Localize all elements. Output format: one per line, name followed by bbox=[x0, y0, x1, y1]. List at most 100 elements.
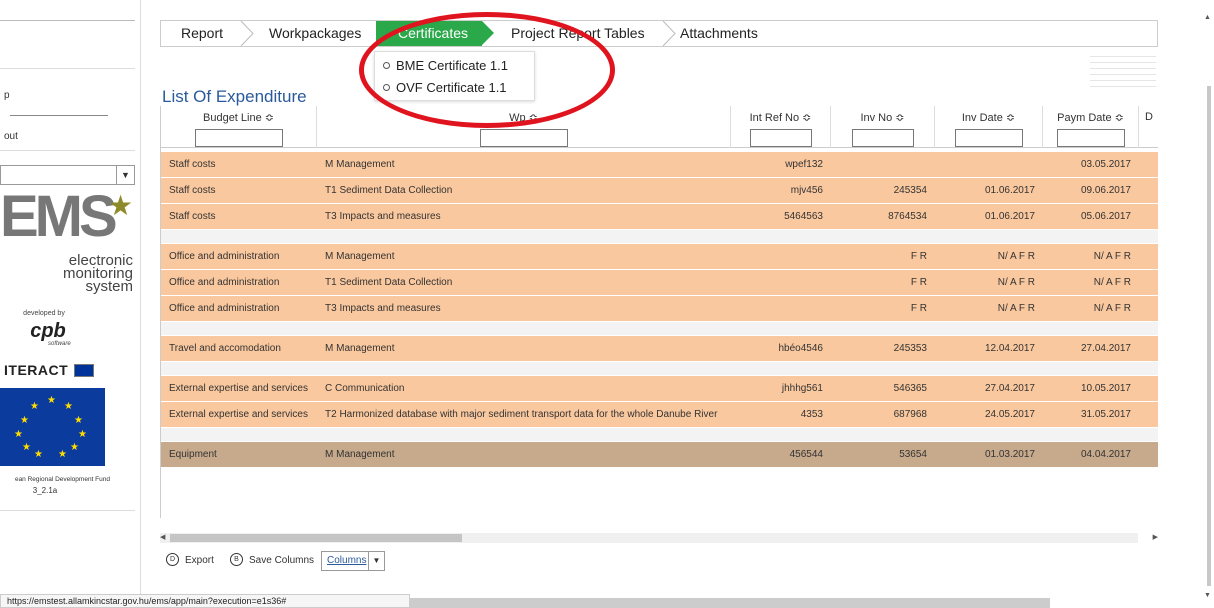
breadcrumb-separator-icon bbox=[240, 21, 254, 46]
sidebar-item-partial[interactable]: p bbox=[4, 90, 10, 101]
table-row[interactable]: External expertise and services C Communi… bbox=[161, 376, 1158, 402]
status-bar-url: https://emstest.allamkincstar.gov.hu/ems… bbox=[0, 594, 410, 608]
budget-line-filter-input[interactable] bbox=[194, 129, 283, 147]
table-row[interactable]: Office and administration M Management F R… bbox=[161, 244, 1158, 270]
table-group-separator bbox=[161, 322, 1158, 336]
divider bbox=[0, 150, 135, 151]
save-columns-button[interactable]: B Save Columns bbox=[230, 551, 314, 571]
table-cell-inv-date: N/ A F R bbox=[997, 277, 1035, 288]
eu-flag-small-icon bbox=[74, 364, 94, 377]
page-vertical-scrollbar[interactable]: ▲ ▼ bbox=[1204, 14, 1214, 602]
table-cell-inv-date: 12.04.2017 bbox=[984, 343, 1035, 354]
scrollbar-thumb[interactable] bbox=[1207, 86, 1211, 586]
cpb-logo: cpb bbox=[30, 320, 66, 342]
column-header-d[interactable]: D bbox=[1139, 106, 1158, 148]
tab-project-report-tables[interactable]: Project Report Tables bbox=[511, 21, 645, 46]
scrollbar-thumb[interactable] bbox=[170, 534, 462, 542]
table-cell-inv: 546365 bbox=[893, 383, 927, 394]
wp-filter-input[interactable] bbox=[479, 129, 568, 147]
table-row[interactable]: Staff costs T3 Impacts and measures 546456… bbox=[161, 204, 1158, 230]
version-label: 3_2.1a bbox=[32, 486, 58, 495]
table-cell-wp: M Management bbox=[325, 159, 395, 170]
table-cell-inv-date: N/ A F R bbox=[997, 251, 1035, 262]
table-cell-wp: T2 Harmonized database with major sedime… bbox=[325, 409, 718, 420]
menu-item-ovf-certificate[interactable]: OVF Certificate 1.1 bbox=[375, 77, 534, 99]
column-header-label: Paym Date ≎ bbox=[1057, 112, 1124, 124]
decorative-stripes bbox=[1090, 51, 1156, 91]
table-cell-ref: wpef132 bbox=[785, 159, 823, 170]
table-row[interactable]: Staff costs T1 Sediment Data Collection mj… bbox=[161, 178, 1158, 204]
bullet-icon bbox=[383, 62, 390, 70]
star-icon: ★ bbox=[108, 190, 134, 221]
table-cell-ref: mjv456 bbox=[790, 185, 823, 196]
table-cell-wp: M Management bbox=[325, 251, 395, 262]
table-cell-wp: M Management bbox=[325, 343, 395, 354]
inv-date-filter-input[interactable] bbox=[954, 129, 1023, 147]
column-header-paym-date[interactable]: Paym Date ≎ bbox=[1043, 106, 1139, 148]
int-ref-no-filter-input[interactable] bbox=[749, 129, 812, 147]
table-cell-paym: N/ A F R bbox=[1093, 251, 1131, 262]
table-cell-inv-date bbox=[935, 152, 1035, 178]
column-header-label: Int Ref No ≎ bbox=[749, 112, 812, 124]
sidebar: p out ▼ EMS ★ electronic monitoring syst… bbox=[0, 0, 141, 608]
save-icon: B bbox=[230, 552, 243, 566]
table-cell-inv-date: N/ A F R bbox=[997, 303, 1035, 314]
table-cell-inv-date: 01.06.2017 bbox=[984, 211, 1035, 222]
table-cell-inv: 245353 bbox=[893, 343, 927, 354]
interact-logo: ITERACT bbox=[4, 362, 69, 378]
menu-item-label: BME Certificate 1.1 bbox=[396, 58, 508, 73]
tab-attachments[interactable]: Attachments bbox=[680, 21, 758, 46]
scroll-up-icon[interactable]: ▲ bbox=[1204, 14, 1211, 21]
tab-certificates[interactable]: Certificates bbox=[376, 21, 495, 46]
columns-select[interactable]: Columns ▼ bbox=[321, 551, 385, 571]
scroll-down-icon[interactable]: ▼ bbox=[1204, 592, 1211, 599]
table-cell-budget: Staff costs bbox=[169, 159, 216, 170]
table-row[interactable]: Office and administration T3 Impacts and … bbox=[161, 296, 1158, 322]
tab-workpackages[interactable]: Workpackages bbox=[269, 21, 361, 46]
table-group-separator bbox=[161, 230, 1158, 244]
table-row[interactable]: Equipment M Management 456544 53654 01.03.20… bbox=[161, 442, 1158, 468]
table-row[interactable]: Office and administration T1 Sediment Dat… bbox=[161, 270, 1158, 296]
menu-item-bme-certificate[interactable]: BME Certificate 1.1 bbox=[375, 55, 534, 77]
column-header-inv-no[interactable]: Inv No ≎ bbox=[831, 106, 935, 148]
divider bbox=[10, 115, 108, 116]
table-cell-inv: 53654 bbox=[899, 449, 927, 460]
table-cell-inv-date: 24.05.2017 bbox=[984, 409, 1035, 420]
columns-label[interactable]: Columns bbox=[327, 552, 366, 570]
divider bbox=[0, 68, 135, 69]
chevron-down-icon[interactable]: ▼ bbox=[116, 166, 134, 184]
certificates-dropdown: BME Certificate 1.1 OVF Certificate 1.1 bbox=[374, 51, 535, 101]
table-cell-inv bbox=[831, 152, 927, 178]
tab-report[interactable]: Report bbox=[181, 21, 223, 46]
table-cell-ref: 456544 bbox=[789, 449, 823, 460]
table-cell-budget: External expertise and services bbox=[169, 383, 308, 394]
table-header: Budget Line ≎ Wp ≎ Int Ref No ≎ Inv No ≎… bbox=[161, 106, 1158, 148]
scroll-right-icon[interactable]: ▶ bbox=[1153, 533, 1158, 543]
table-row[interactable]: Staff costs M Management wpef132 03.05.2017 bbox=[161, 152, 1158, 178]
inv-no-filter-input[interactable] bbox=[851, 129, 914, 147]
table-cell-ref: hbéo4546 bbox=[778, 343, 824, 354]
menu-item-label: OVF Certificate 1.1 bbox=[396, 80, 507, 95]
column-header-wp[interactable]: Wp ≎ bbox=[317, 106, 731, 148]
column-header-int-ref-no[interactable]: Int Ref No ≎ bbox=[731, 106, 831, 148]
table-cell-wp: T3 Impacts and measures bbox=[325, 303, 441, 314]
table-cell-wp: T1 Sediment Data Collection bbox=[325, 185, 453, 196]
table-row[interactable]: External expertise and services T2 Harmon… bbox=[161, 402, 1158, 428]
column-header-budget-line[interactable]: Budget Line ≎ bbox=[161, 106, 317, 148]
table-row[interactable]: Travel and accomodation M Management hbéo4… bbox=[161, 336, 1158, 362]
table-cell-ref: jhhhg561 bbox=[781, 383, 823, 394]
table-cell-inv-date: 01.06.2017 bbox=[984, 185, 1035, 196]
paym-date-filter-input[interactable] bbox=[1056, 129, 1125, 147]
save-columns-label: Save Columns bbox=[249, 555, 315, 566]
column-header-inv-date[interactable]: Inv Date ≎ bbox=[935, 106, 1043, 148]
export-button[interactable]: D Export bbox=[166, 551, 214, 571]
scroll-left-icon[interactable]: ◀ bbox=[160, 533, 165, 543]
sidebar-select[interactable]: ▼ bbox=[0, 165, 135, 185]
expenditure-table: Budget Line ≎ Wp ≎ Int Ref No ≎ Inv No ≎… bbox=[160, 106, 1158, 518]
table-cell-inv: F R bbox=[910, 303, 927, 314]
chevron-down-icon[interactable]: ▼ bbox=[368, 552, 384, 570]
page-horizontal-scrollbar[interactable] bbox=[410, 598, 1050, 608]
table-cell-budget: Staff costs bbox=[169, 211, 216, 222]
table-horizontal-scrollbar[interactable]: ◀ ▶ bbox=[160, 533, 1158, 543]
logout-link-partial[interactable]: out bbox=[4, 131, 18, 142]
